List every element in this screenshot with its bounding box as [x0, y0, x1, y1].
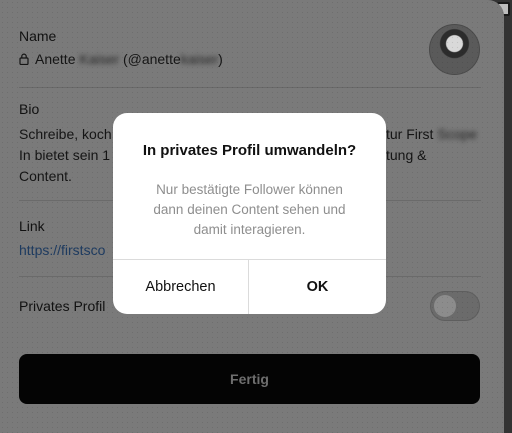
bio-line-2-start: In bietet sein 1 [19, 147, 111, 163]
dialog-message: Nur bestätigte Follower können dann dein… [153, 182, 346, 237]
handle-close: ) [218, 51, 223, 67]
private-profile-toggle[interactable] [430, 291, 480, 321]
name-first: Anette [35, 51, 76, 67]
make-private-dialog: In privates Profil umwandeln? Nur bestät… [113, 113, 386, 314]
dialog-title: In privates Profil umwandeln? [142, 142, 357, 159]
handle-blurred: kaiser [180, 51, 219, 67]
link-label: Link [19, 218, 45, 234]
name-label: Name [19, 28, 57, 44]
handle-open: (@anette [122, 51, 181, 67]
bio-label: Bio [19, 101, 40, 117]
bio-line-2-end: tung & [386, 147, 427, 163]
profile-avatar[interactable] [429, 24, 480, 75]
bio-line-1-end: tur First Scope [386, 124, 477, 144]
name-last-blurred: Kaiser [79, 51, 120, 67]
ok-button[interactable]: OK [249, 260, 386, 314]
bio-line-1-end-text: tur First [386, 126, 434, 142]
done-button[interactable]: Fertig [19, 354, 480, 404]
lock-icon [19, 53, 29, 65]
divider [19, 87, 481, 88]
bio-line-1-start: Schreibe, koch [19, 126, 112, 142]
bio-line-3: Content. [19, 168, 72, 184]
bio-line-1-blurred: Scope [437, 126, 478, 142]
toggle-knob [434, 295, 456, 317]
name-value: Anette Kaiser (@anettekaiser) [19, 49, 223, 69]
cancel-button[interactable]: Abbrechen [113, 260, 248, 314]
link-value[interactable]: https://firstsco [19, 240, 105, 260]
private-profile-label: Privates Profil [19, 298, 106, 314]
